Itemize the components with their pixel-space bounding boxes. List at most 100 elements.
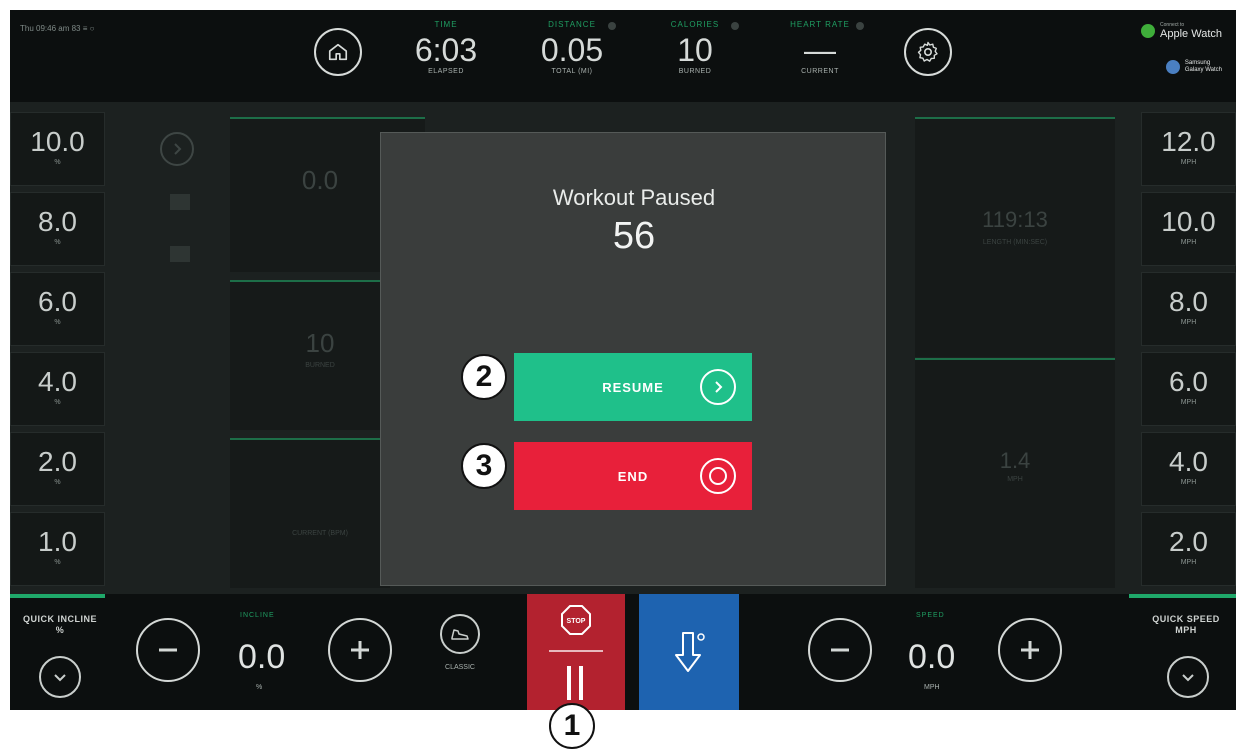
classic-mode-label: CLASSIC [445,664,475,671]
preset-unit: MPH [1180,559,1197,566]
grid-view-icon[interactable] [170,194,190,210]
speed-label: SPEED [916,612,945,619]
next-view-button[interactable] [160,132,194,166]
incline-increase-button[interactable] [328,618,392,682]
preset-value: 12.0 [1161,126,1216,157]
bg-panel-right-2: 1.4 MPH [915,358,1115,588]
apple-watch-label: Apple Watch [1160,28,1222,40]
shoe-icon [440,614,480,654]
stop-circle-icon [700,458,736,494]
incline-drop-button[interactable] [639,594,739,710]
samsung-watch-connect[interactable]: Samsung Galaxy Watch [1165,60,1222,74]
gear-icon [917,41,938,62]
heart-rate-info-dot[interactable] [856,22,864,30]
speed-preset-4[interactable]: 4.0 MPH [1141,432,1236,506]
plus-icon [1021,641,1039,659]
minus-icon [831,648,849,652]
preset-unit: % [54,239,61,246]
bg-panel-right-1-value: 119:13 [982,207,1048,232]
quick-speed-text: QUICK SPEED [1152,614,1220,624]
quick-incline-label: QUICK INCLINE % [10,614,110,636]
bg-panel-left-2: 10 BURNED [230,280,390,430]
end-button[interactable]: END [514,442,752,510]
preset-unit: % [54,159,61,166]
list-view-icon[interactable] [170,246,190,262]
stat-distance: DISTANCE 0.05 TOTAL (MI) [522,20,622,75]
preset-value: 2.0 [1169,526,1208,557]
status-datetime: Thu 09:46 am 83 ≡ ○ [20,24,95,33]
stat-time-value: 6:03 [414,32,478,68]
incline-preset-8[interactable]: 8.0% [10,192,105,266]
stat-heart-rate-sub: CURRENT [801,68,839,75]
speed-decrease-button[interactable] [808,618,872,682]
end-label: END [617,468,649,484]
quick-speed-unit: MPH [1175,625,1197,635]
stat-calories-value: 10 [677,32,713,68]
pause-icon [565,666,587,700]
speed-preset-12[interactable]: 12.0 MPH [1141,112,1236,186]
home-button[interactable] [314,28,362,76]
stop-pause-divider [549,650,603,652]
preset-unit: MPH [1180,239,1197,246]
stop-pause-button[interactable]: STOP [527,594,625,710]
bg-panel-right-2-value: 1.4 [999,448,1031,473]
samsung-watch-sub: Galaxy Watch [1184,67,1222,73]
callout-3: 3 [461,443,507,489]
incline-preset-10[interactable]: 10.0% [10,112,105,186]
preset-value: 8.0 [1169,286,1208,317]
bg-panel-right-2-sub: MPH [1007,476,1023,483]
stat-calories: CALORIES 10 BURNED [645,20,745,75]
incline-preset-2[interactable]: 2.0% [10,432,105,506]
stop-sign-text: STOP [567,618,586,625]
stat-distance-value: 0.05 [540,32,604,68]
workout-paused-dialog: Workout Paused 56 RESUME END [380,132,886,586]
preset-unit: % [54,319,61,326]
home-icon [328,43,348,61]
chevron-down-icon [1182,674,1194,682]
speed-preset-10[interactable]: 10.0 MPH [1141,192,1236,266]
bg-panel-right-1-sub: LENGTH (MIN:SEC) [982,239,1048,246]
incline-label: INCLINE [240,612,275,619]
stat-calories-sub: BURNED [678,68,712,75]
stat-heart-rate-value: — [804,32,836,68]
stat-distance-label: DISTANCE [548,20,596,29]
classic-mode-button[interactable]: CLASSIC [430,614,490,671]
chevron-right-icon [174,143,182,155]
preset-value: 10.0 [30,126,85,157]
distance-info-dot[interactable] [608,22,616,30]
speed-value: 0.0 [908,638,956,676]
arrow-down-zero-icon [675,632,705,672]
incline-preset-1[interactable]: 1.0% [10,512,105,586]
stat-time-label: TIME [434,20,458,29]
pause-countdown: 56 [612,215,656,257]
quick-incline-indicator [10,594,105,598]
incline-decrease-button[interactable] [136,618,200,682]
preset-unit: MPH [1180,399,1197,406]
incline-unit: % [256,684,263,691]
resume-button[interactable]: RESUME [514,353,752,421]
apple-watch-connect[interactable]: Connect to Apple Watch [1141,22,1222,40]
quick-incline-dropdown[interactable] [39,656,81,698]
preset-value: 6.0 [38,286,77,317]
chevron-right-icon [700,369,736,405]
speed-increase-button[interactable] [998,618,1062,682]
preset-unit: % [54,399,61,406]
settings-button[interactable] [904,28,952,76]
quick-incline-unit: % [55,625,65,635]
preset-value: 10.0 [1161,206,1216,237]
calories-info-dot[interactable] [731,22,739,30]
preset-value: 6.0 [1169,366,1208,397]
speed-preset-8[interactable]: 8.0 MPH [1141,272,1236,346]
preset-value: 2.0 [38,446,77,477]
speed-preset-6[interactable]: 6.0 MPH [1141,352,1236,426]
top-bar: Thu 09:46 am 83 ≡ ○ TIME 6:03 ELAPSED DI… [10,10,1236,102]
speed-preset-2[interactable]: 2.0 MPH [1141,512,1236,586]
preset-unit: MPH [1180,159,1197,166]
quick-incline-text: QUICK INCLINE [23,614,97,624]
preset-value: 4.0 [38,366,77,397]
quick-speed-dropdown[interactable] [1167,656,1209,698]
incline-preset-6[interactable]: 6.0% [10,272,105,346]
apple-watch-icon [1141,24,1156,38]
incline-preset-4[interactable]: 4.0% [10,352,105,426]
callout-2: 2 [461,354,507,400]
